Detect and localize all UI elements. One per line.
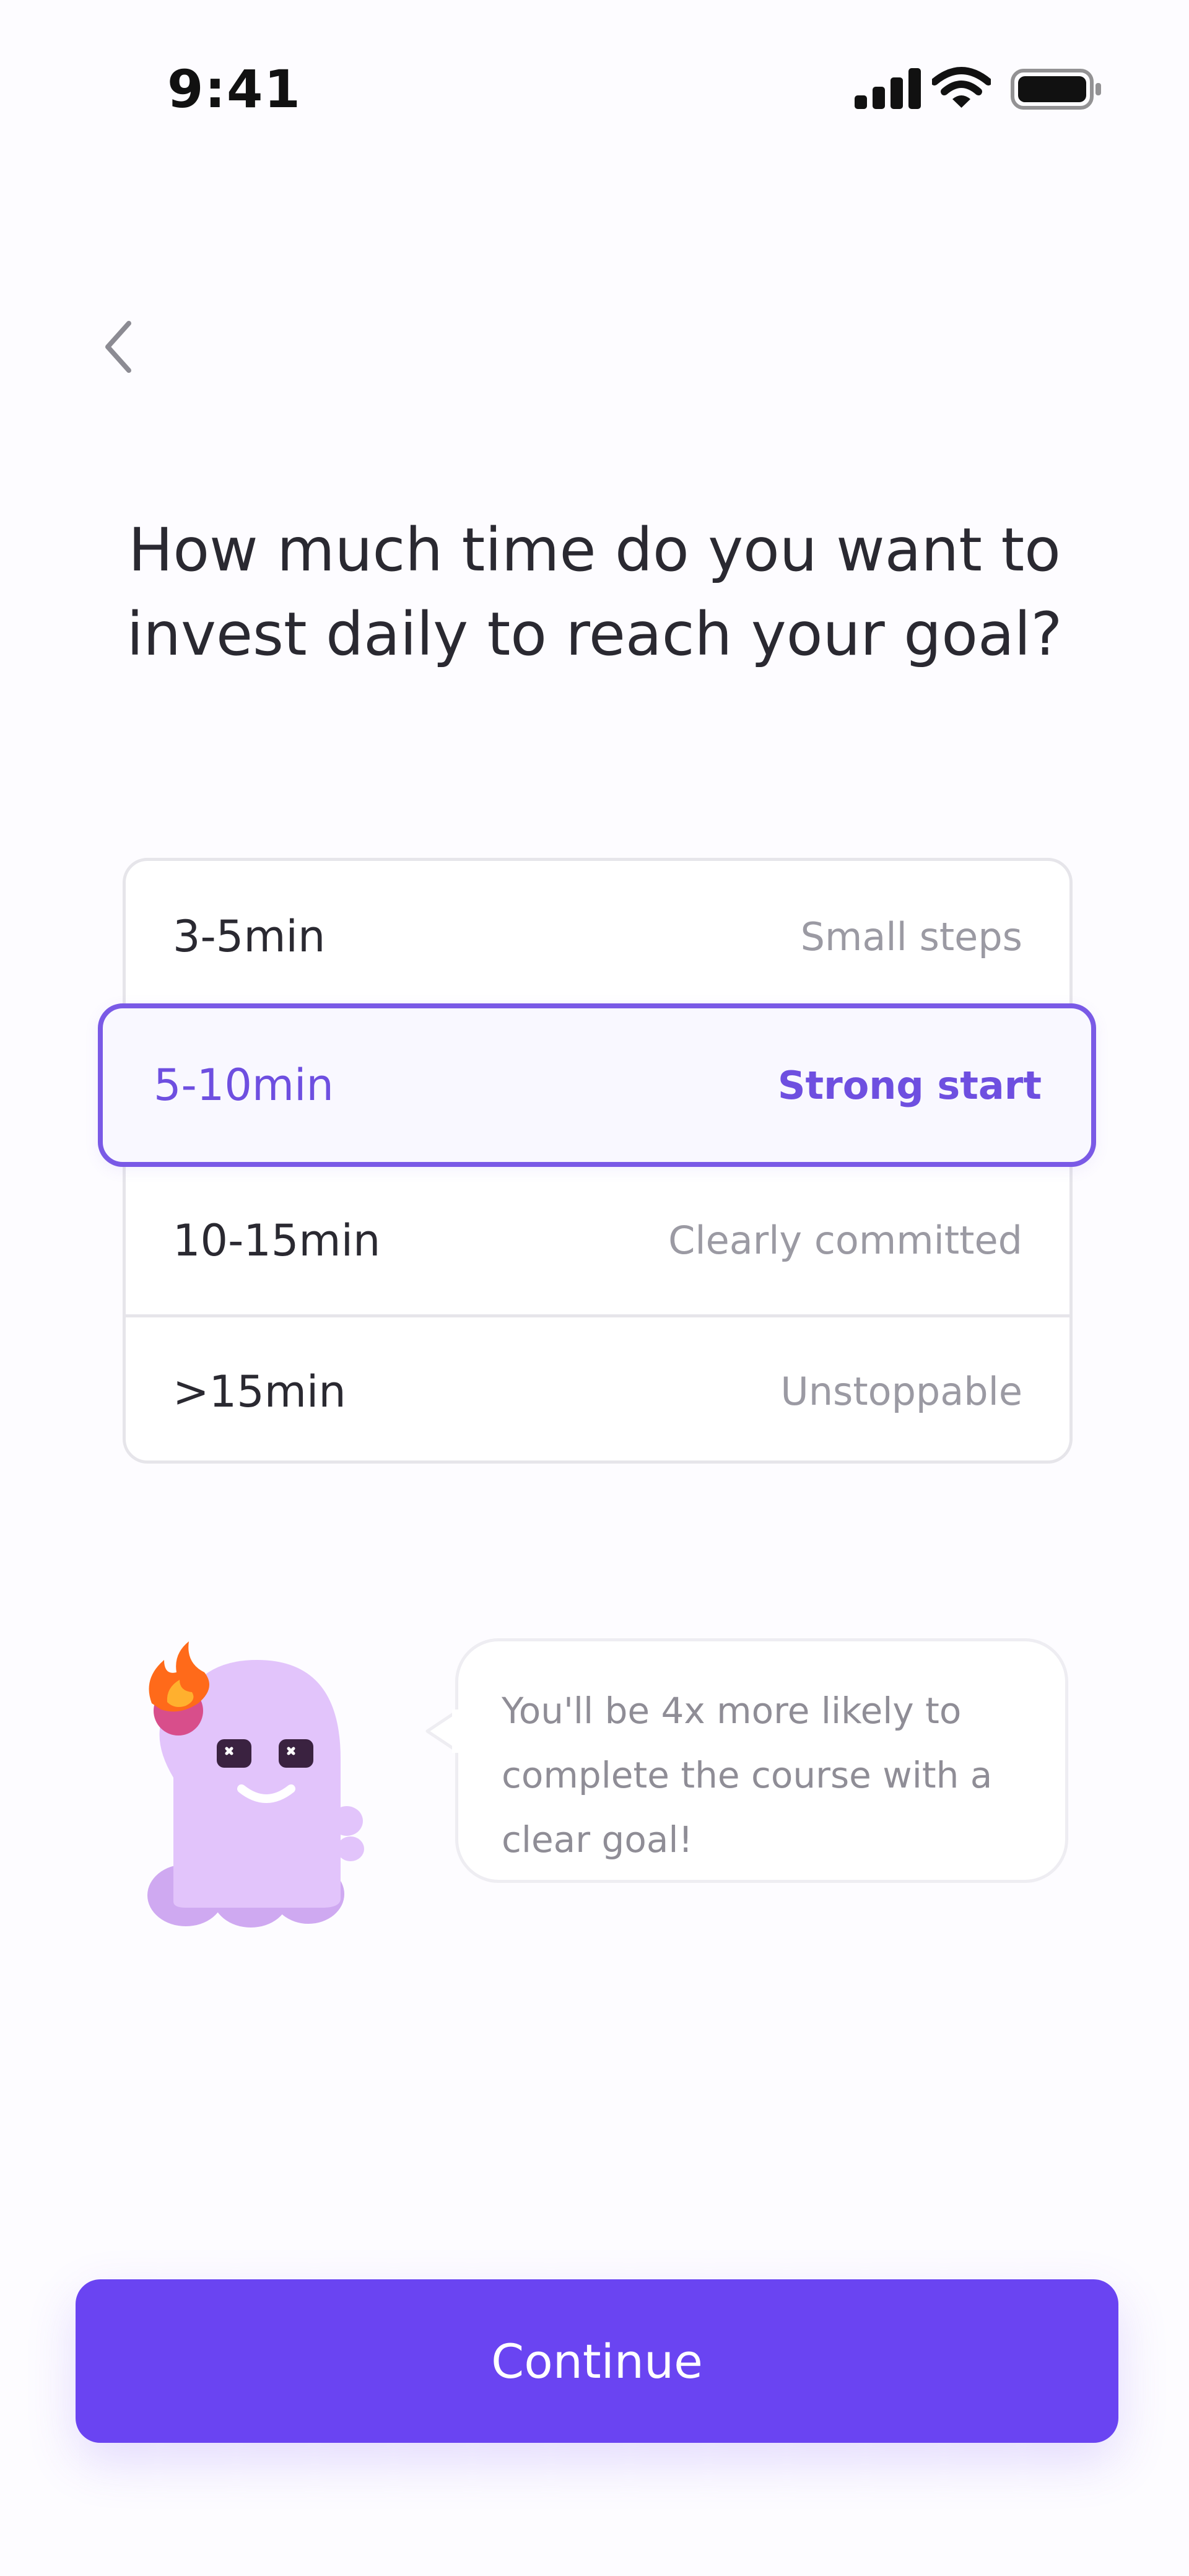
- chevron-left-icon: [105, 321, 131, 373]
- option-description: Small steps: [800, 914, 1022, 959]
- option-time: 3-5min: [173, 911, 326, 962]
- option-description: Clearly committed: [668, 1218, 1022, 1263]
- option-description: Strong start: [777, 1062, 1042, 1108]
- option-description: Unstoppable: [780, 1369, 1022, 1414]
- option-time: 5-10min: [154, 1060, 334, 1111]
- signal-icon: [855, 67, 923, 110]
- speech-bubble: You'll be 4x more likely to complete the…: [455, 1638, 1068, 1883]
- continue-button[interactable]: Continue: [76, 2279, 1118, 2443]
- option-10-15min[interactable]: 10-15min Clearly committed: [126, 1163, 1069, 1314]
- tip-text: You'll be 4x more likely to complete the…: [502, 1690, 993, 1861]
- option-time: 10-15min: [173, 1215, 381, 1266]
- question-title: How much time do you want to invest dail…: [126, 515, 1063, 669]
- back-button[interactable]: [81, 310, 155, 384]
- status-icons: [855, 67, 1102, 116]
- ghost-mascot-icon: [118, 1635, 403, 1939]
- option-5-10min-selected[interactable]: 5-10min Strong start: [98, 1003, 1096, 1167]
- status-time: 9:41: [167, 59, 302, 120]
- option-over-15min[interactable]: >15min Unstoppable: [126, 1314, 1069, 1465]
- bubble-tail-joint: [452, 1709, 461, 1753]
- battery-icon: [1011, 67, 1104, 110]
- time-goal-screen: 9:41 How much time do you want to invest…: [0, 0, 1189, 2576]
- option-time: >15min: [173, 1366, 346, 1417]
- option-3-5min[interactable]: 3-5min Small steps: [126, 861, 1069, 1012]
- status-bar: 9:41: [0, 0, 1189, 186]
- wifi-icon: [931, 67, 992, 110]
